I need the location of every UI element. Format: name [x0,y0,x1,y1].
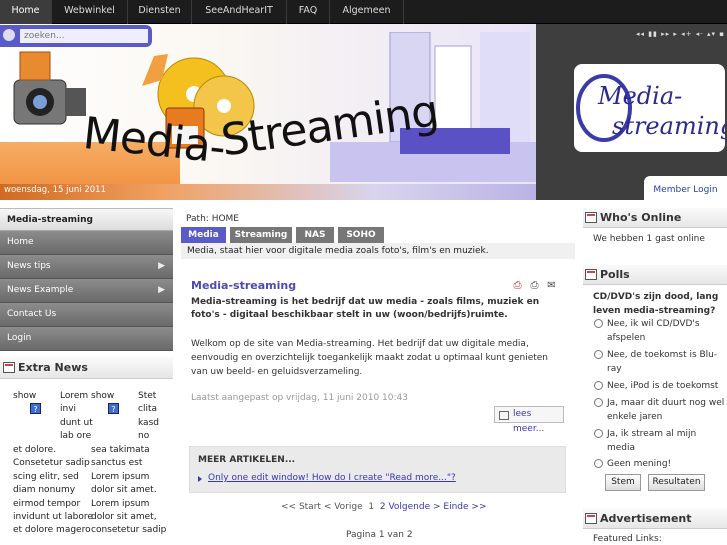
pagination: << Start < Vorige 1 2 Volgende > Einde >… [281,502,487,512]
email-icon[interactable]: ✉ [546,280,557,292]
radio-button[interactable] [594,429,603,438]
box-icon [585,212,597,223]
advertisement-title: Advertisement [583,509,727,529]
tab-description: Media, staat hier voor digitale media zo… [181,243,575,259]
bullet-icon [198,476,202,482]
top-navigation: Home Webwinkel Diensten SeeAndHearIT FAQ… [0,0,727,24]
arrow-right-icon: ▶ [158,285,165,295]
page-count: Pagina 1 van 2 [346,530,413,540]
sidebar-item-label: News Example [7,285,74,295]
article-actions: ⎙ ⎙ ✉ [512,280,563,292]
results-button[interactable]: Resultaten [648,474,705,491]
poll-option[interactable]: Nee, iPod is de toekomst [594,379,726,393]
sidebar-header: Media-streaming [0,208,173,231]
page-prev: < Vorige [323,502,363,512]
sidebar-item-label: Contact Us [7,309,57,319]
sidebar-item-news-tips[interactable]: News tips ▶ [0,255,173,279]
arrow-right-icon: ▶ [158,261,165,271]
whos-online-box: Who's Online [583,208,727,228]
radio-button[interactable] [594,398,603,407]
svg-text:Media-: Media- [597,82,682,110]
page-next[interactable]: Volgende > [388,502,440,512]
sidebar-item-label: News tips [7,261,51,271]
news-col2-text: Stet clita kasd no [138,391,159,442]
tab-soho[interactable]: SOHO [338,227,384,243]
tab-media[interactable]: Media [181,227,226,243]
article-title[interactable]: Media-streaming [191,279,296,292]
media-streaming-logo: Media- streaming [574,64,727,152]
poll-option[interactable]: Nee, ik wil CD/DVD's afspelen [594,317,726,345]
left-sidebar: Media-streaming Home News tips ▶ News Exa… [0,208,173,379]
article-intro: Media-streaming is het bedrijf dat uw me… [191,297,540,320]
pdf-icon[interactable]: ⎙ [512,280,523,292]
page-1: 1 [368,502,375,512]
sidebar-item-home[interactable]: Home [0,231,173,255]
news-col2-show: show ? [91,390,119,418]
news-col1-show: show ? [13,390,41,418]
news-col2-body: sea takimata sanctus est Lorem ipsum dolor … [91,445,167,536]
svg-text:streaming: streaming [612,112,725,140]
box-icon [3,362,15,373]
sidebar-item-label: Login [7,333,32,343]
article-modified-date: Laatst aangepast op vrijdag, 11 juni 201… [191,393,408,403]
nav-algemeen[interactable]: Algemeen [330,0,404,24]
poll-question: CD/DVD's zijn dood, lang leven media-str… [593,292,719,316]
more-article-link[interactable]: Only one edit window! How do I create "R… [208,473,456,483]
current-date: woensdag, 15 juni 2011 [4,185,106,195]
extra-news-title: Extra News [0,357,173,379]
nav-seeandhearit[interactable]: SeeAndHearIT [192,0,287,24]
news-col1-text: Lorem invi dunt ut lab ore [60,391,93,442]
help-icon[interactable]: ? [108,403,119,415]
header-right-panel: ◂◂ ▮▮ ▸▸ ▸ ◂+ ◂- ▴▾ ▪ Media- streaming M… [536,24,727,200]
nav-faq[interactable]: FAQ [287,0,330,24]
box-icon [585,513,597,524]
page-2[interactable]: 2 [380,502,386,512]
search-box [0,25,152,47]
search-input[interactable] [20,29,148,43]
radio-button[interactable] [594,381,603,390]
page-start: << Start [281,502,321,512]
page-end[interactable]: Einde >> [443,502,486,512]
header-banner: Media- Streaming woensdag, 15 juni 2011 [0,24,536,200]
article-body: Welkom op de site van Media-streaming. H… [191,339,549,377]
poll-option[interactable]: Geen mening! [594,457,726,471]
breadcrumb: Path: HOME [186,214,239,224]
poll-option[interactable]: Ja, maar dit duurt nog wel enkele jaren [594,396,726,424]
sidebar-item-news-example[interactable]: News Example ▶ [0,279,173,303]
advertisement-box: Advertisement [583,509,727,529]
more-articles-box: MEER ARTIKELEN... Only one edit window! … [189,446,566,493]
online-count: We hebben 1 gast online [593,234,705,244]
nav-home[interactable]: Home [0,0,52,24]
whos-online-title: Who's Online [583,208,727,228]
sidebar-item-contact-us[interactable]: Contact Us [0,303,173,327]
radio-button[interactable] [594,459,603,468]
polls-box: Polls [583,265,727,285]
sidebar-item-login[interactable]: Login [0,327,173,351]
nav-diensten[interactable]: Diensten [128,0,192,24]
polls-title: Polls [583,265,727,285]
breadcrumb-home[interactable]: HOME [212,214,239,224]
poll-option[interactable]: Nee, de toekomst is Blu-ray [594,348,726,376]
radio-button[interactable] [594,319,603,328]
help-icon[interactable]: ? [30,403,41,415]
featured-links-label: Featured Links: [593,534,662,544]
member-login-link[interactable]: Member Login [644,176,727,200]
tab-nas[interactable]: NAS [296,227,334,243]
print-icon[interactable]: ⎙ [529,280,540,292]
more-articles-header: MEER ARTIKELEN... [198,455,296,465]
nav-webwinkel[interactable]: Webwinkel [52,0,128,24]
search-icon [3,29,15,41]
box-icon [585,269,597,280]
vote-button[interactable]: Stem [605,474,641,491]
media-controls[interactable]: ◂◂ ▮▮ ▸▸ ▸ ◂+ ◂- ▴▾ ▪ [636,30,725,38]
tab-streaming[interactable]: Streaming [230,227,292,243]
sidebar-item-label: Home [7,237,34,247]
radio-button[interactable] [594,350,603,359]
news-col1-body: et dolore. Consetetur sadip scing elitr, s… [13,445,93,536]
read-more-button[interactable]: lees meer... [494,406,564,434]
camera-icon [13,51,86,125]
poll-option[interactable]: Ja, ik stream al mijn media [594,427,726,455]
